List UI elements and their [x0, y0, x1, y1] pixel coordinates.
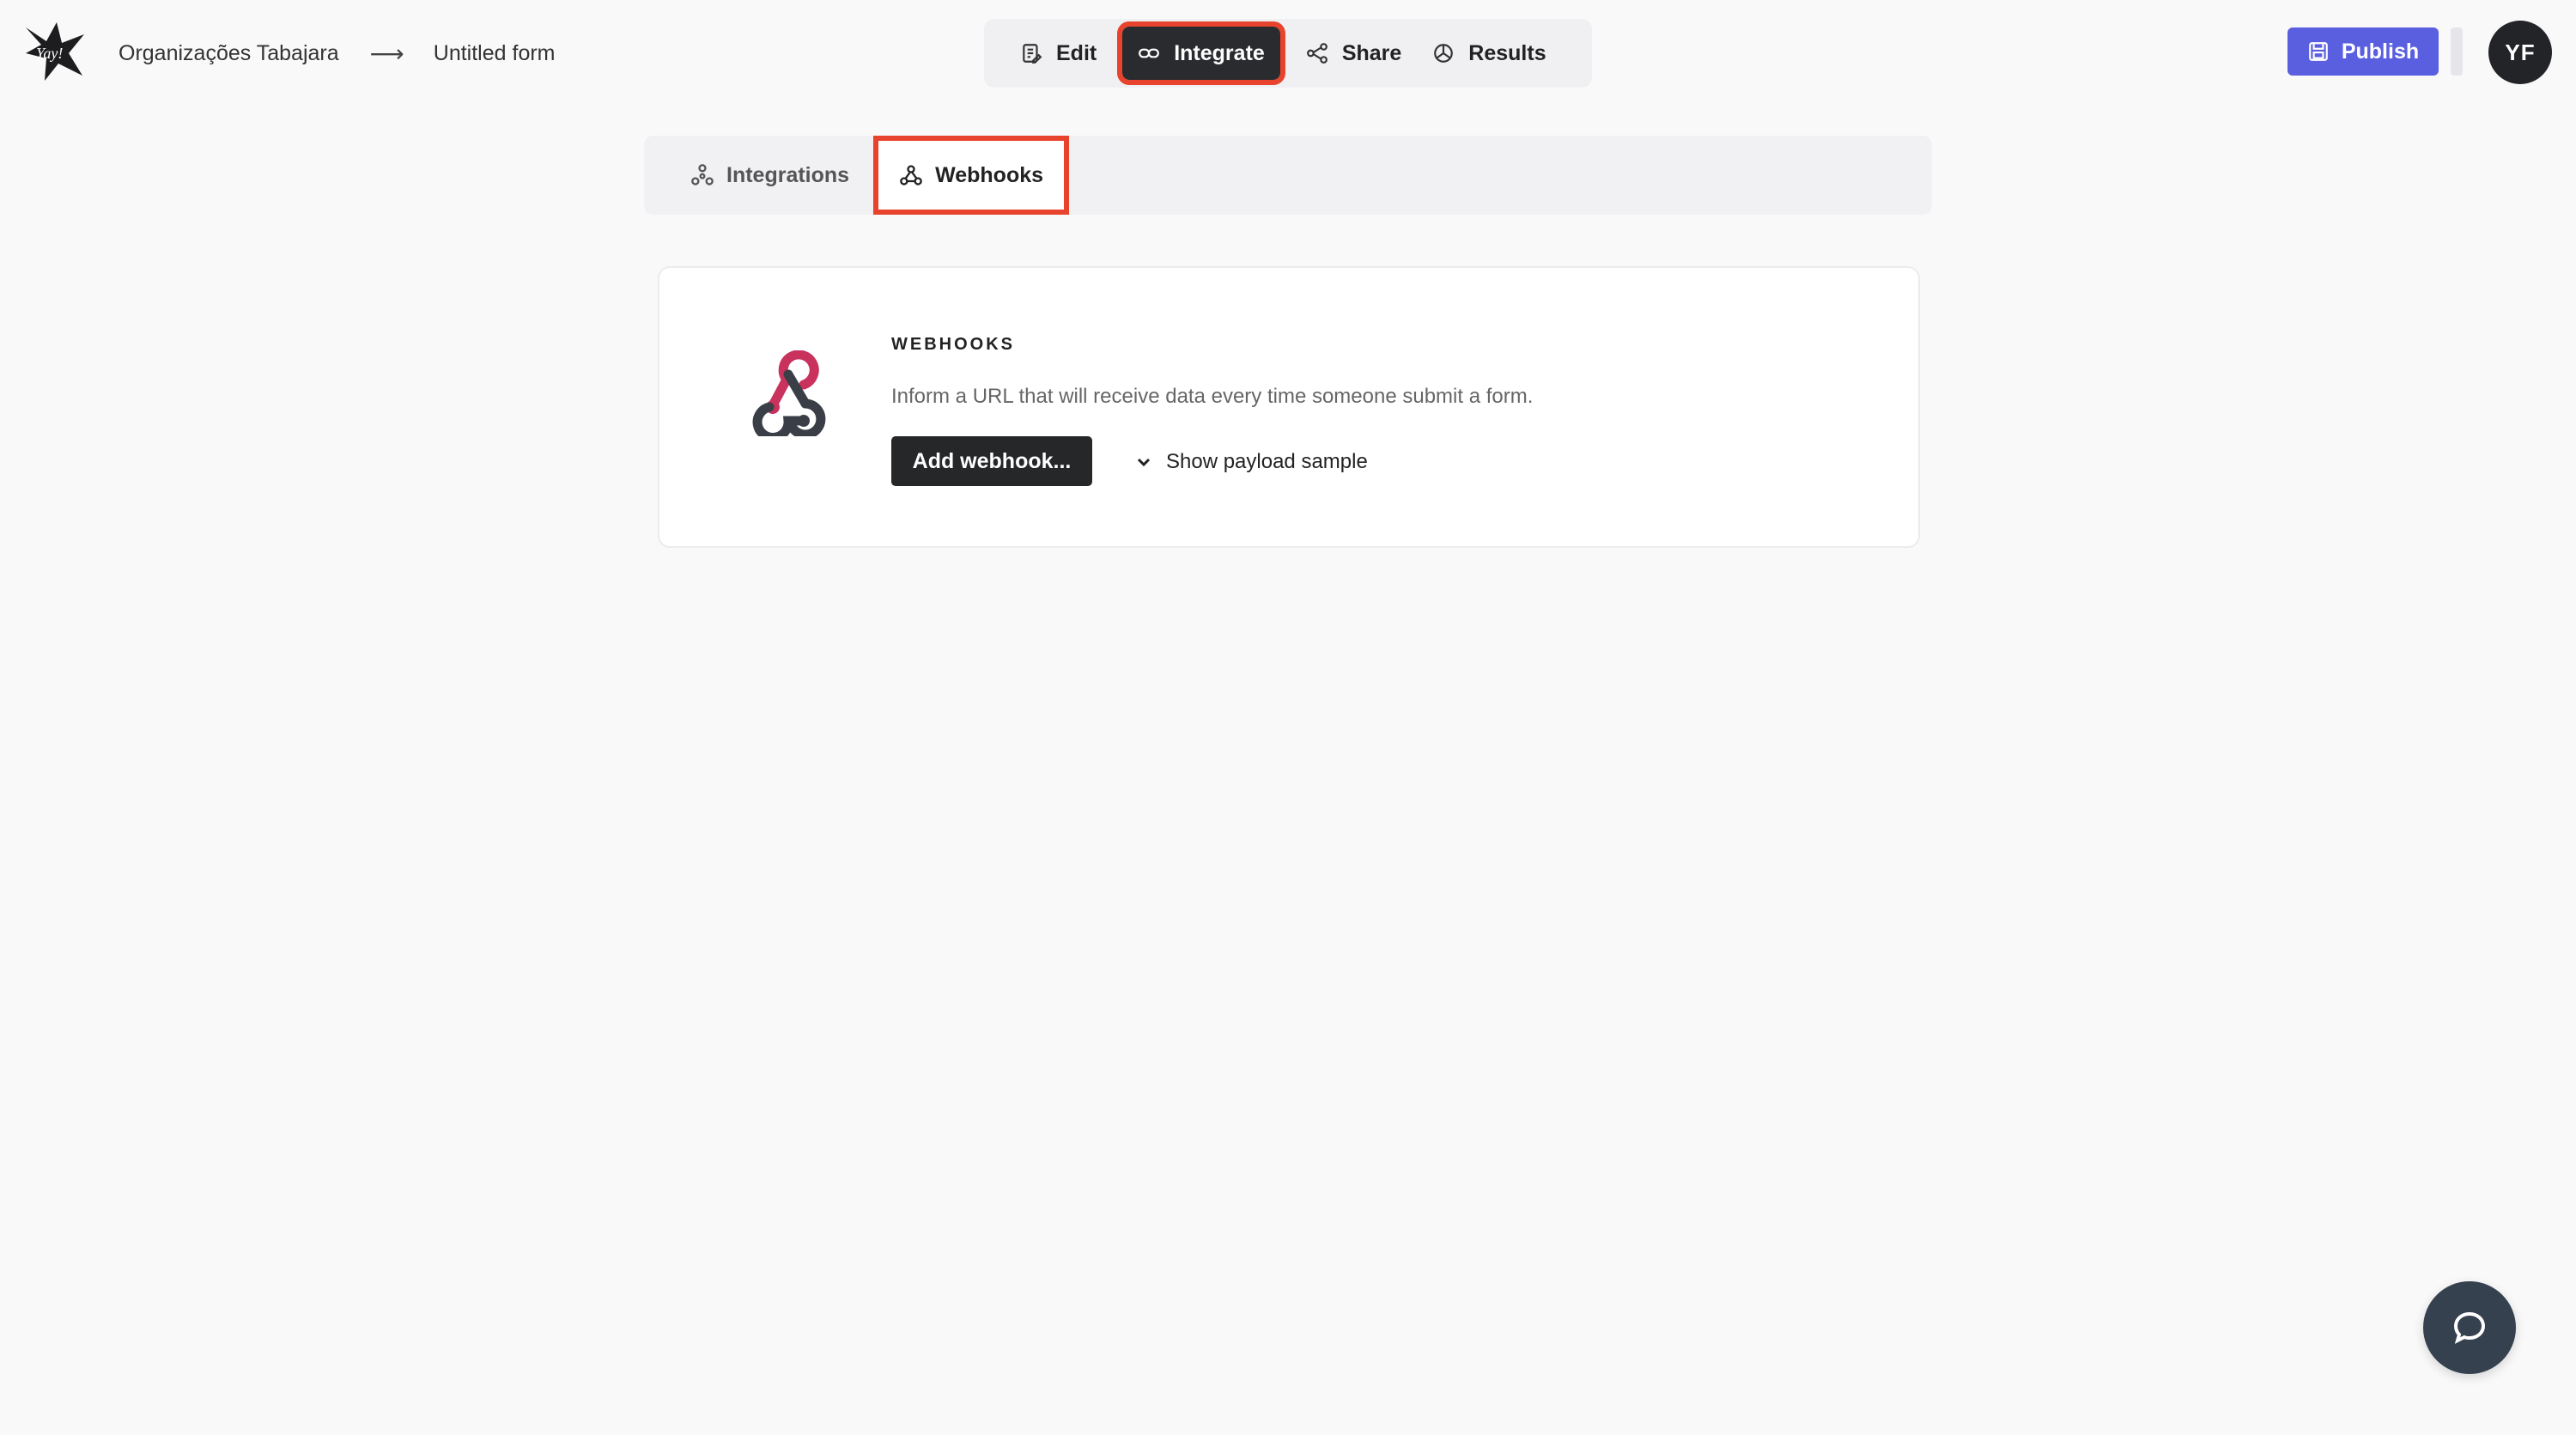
webhooks-description: Inform a URL that will receive data ever…: [891, 385, 1534, 408]
form-name[interactable]: Untitled form: [434, 41, 556, 66]
chat-support-button[interactable]: [2423, 1281, 2516, 1374]
save-icon: [2309, 42, 2328, 61]
chat-icon: [2453, 1311, 2486, 1344]
header-divider: [2451, 27, 2463, 76]
tab-results[interactable]: Results: [1417, 27, 1561, 80]
chevron-down-icon: [1137, 458, 1151, 467]
tab-share[interactable]: Share: [1291, 27, 1417, 80]
show-payload-toggle[interactable]: Show payload sample: [1135, 447, 1368, 477]
tab-edit[interactable]: Edit: [1005, 27, 1112, 80]
tab-results-label: Results: [1468, 40, 1546, 65]
tab-share-label: Share: [1341, 40, 1402, 65]
avatar-initials: YF: [2505, 39, 2536, 65]
top-bar: Yay! Organizações Tabajara ⟶ Untitled fo…: [0, 0, 2576, 105]
subtab-webhooks[interactable]: Webhooks: [873, 136, 1070, 215]
publish-label: Publish: [2341, 39, 2420, 64]
share-icon: [1306, 43, 1327, 64]
mode-nav: Edit Integrate Share Results: [984, 19, 1592, 88]
webhooks-title: WEBHOOKS: [891, 335, 1015, 354]
results-icon: [1434, 44, 1454, 63]
add-webhook-button[interactable]: Add webhook...: [891, 436, 1092, 486]
integrations-icon: [691, 164, 714, 185]
edit-icon: [1023, 44, 1042, 64]
tab-integrate-label: Integrate: [1174, 40, 1265, 65]
workspace-link[interactable]: Organizações Tabajara: [118, 41, 339, 66]
subtab-integrations[interactable]: Integrations: [673, 141, 866, 210]
app-logo[interactable]: Yay!: [22, 19, 88, 84]
publish-button[interactable]: Publish: [2287, 27, 2439, 76]
svg-text:Yay!: Yay!: [36, 45, 63, 62]
tab-integrate[interactable]: Integrate: [1117, 21, 1285, 85]
breadcrumb: Organizações Tabajara ⟶ Untitled form: [118, 38, 556, 69]
payload-toggle-label: Show payload sample: [1166, 450, 1368, 473]
webhooks-card: WEBHOOKS Inform a URL that will receive …: [658, 266, 1920, 548]
subtab-webhooks-label: Webhooks: [935, 162, 1044, 187]
link-icon: [1139, 48, 1160, 58]
tab-edit-label: Edit: [1056, 40, 1097, 65]
webhook-logo-icon: [738, 350, 833, 443]
integrate-subtabs: Integrations Webhooks: [644, 136, 1932, 215]
avatar[interactable]: YF: [2488, 21, 2552, 84]
breadcrumb-arrow-icon: ⟶: [369, 40, 404, 67]
webhook-icon: [900, 165, 922, 185]
subtab-integrations-label: Integrations: [726, 162, 850, 187]
